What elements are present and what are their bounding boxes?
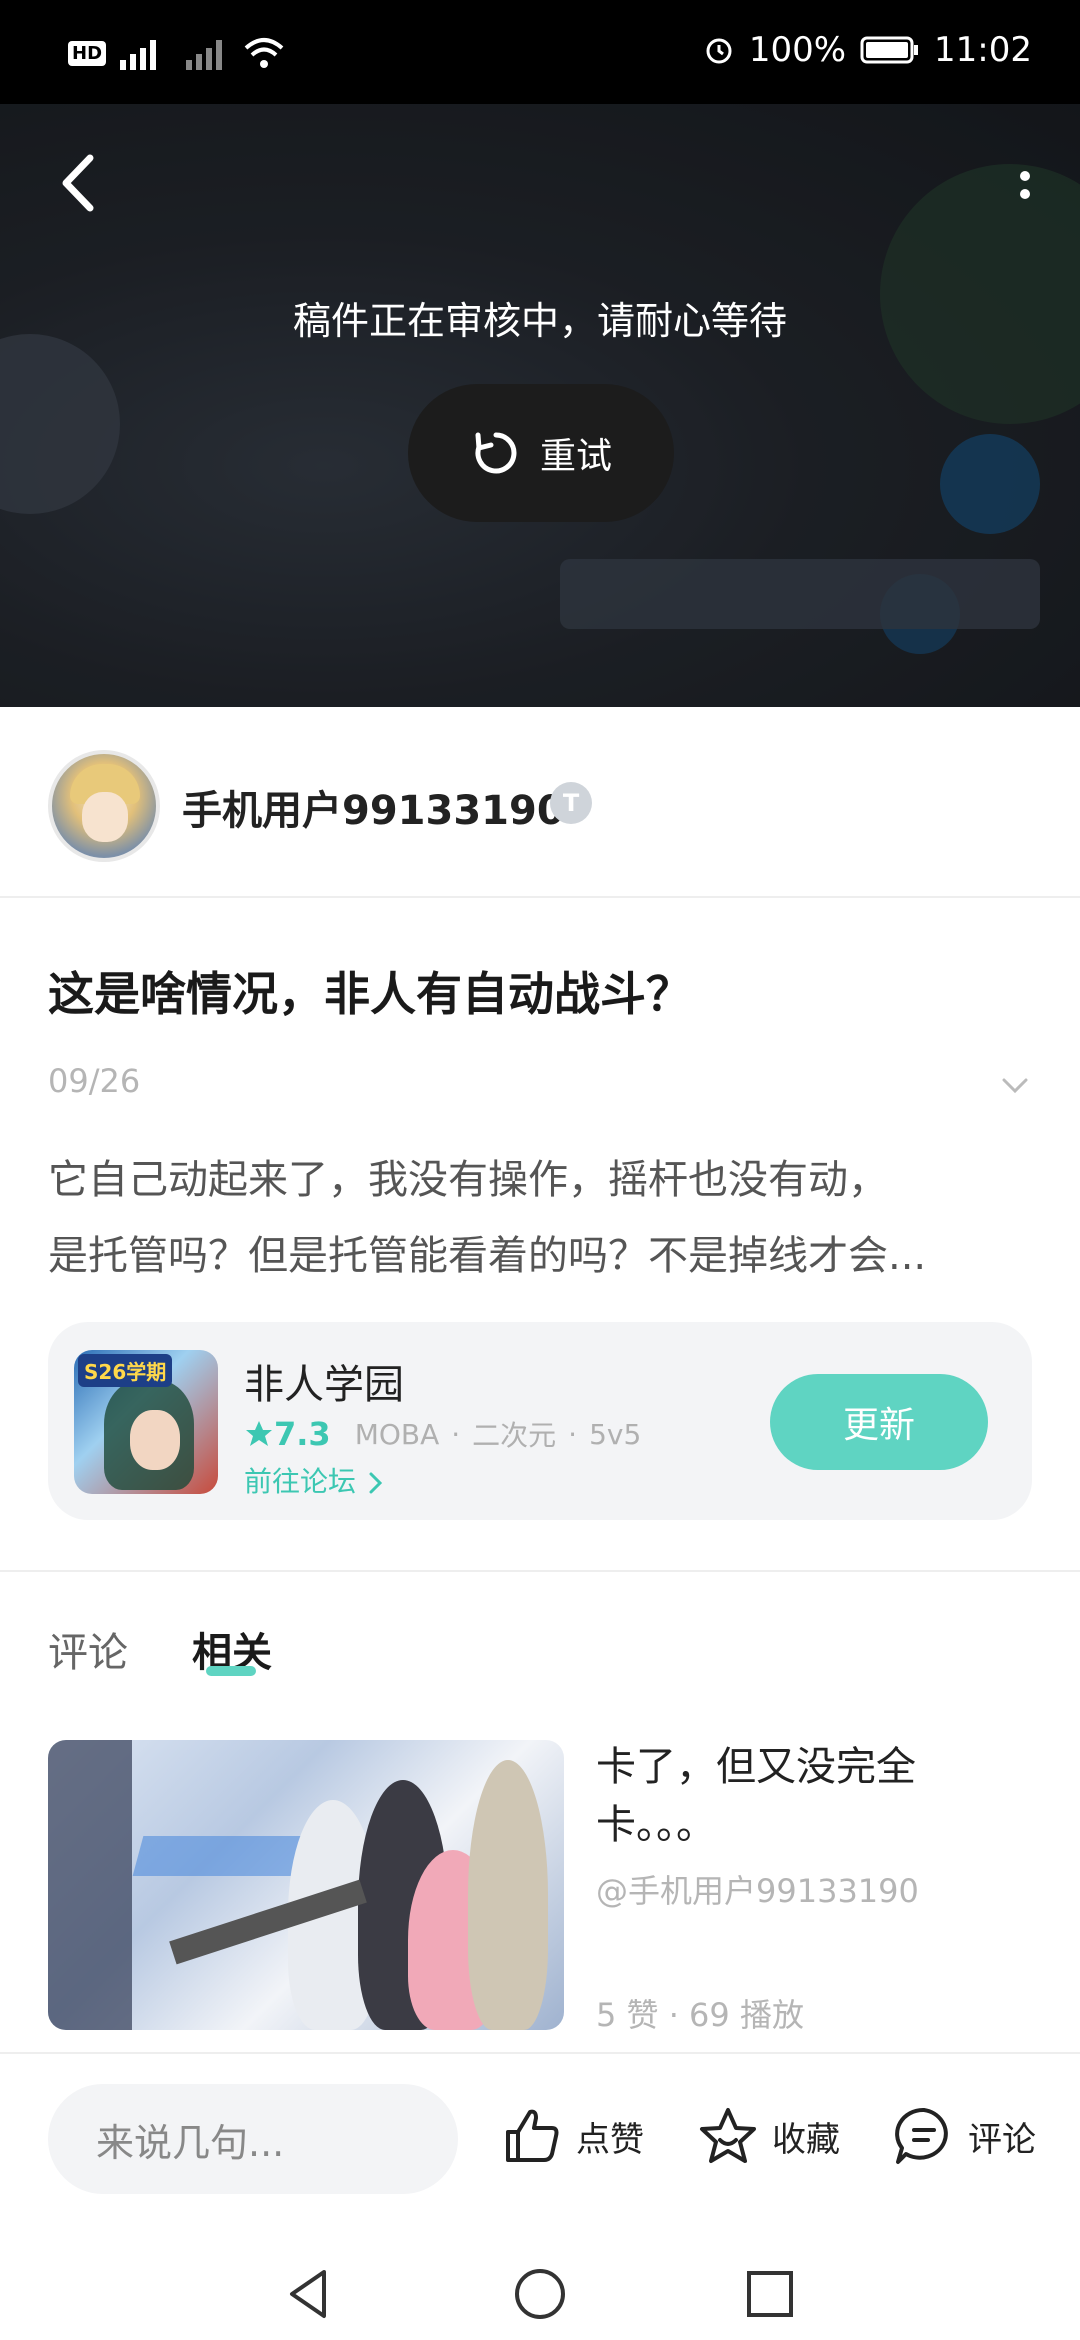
- review-status-message: 稿件正在审核中，请耐心等待: [292, 299, 787, 343]
- level-badge: T: [550, 782, 592, 824]
- game-tag: 5v5: [589, 1417, 642, 1451]
- game-icon[interactable]: S26学期: [74, 1350, 218, 1494]
- related-video-thumbnail[interactable]: [48, 1740, 564, 2030]
- game-tag: 二次元: [472, 1419, 557, 1452]
- related-video-title[interactable]: 卡了，但又没完全卡。。。: [596, 1738, 1016, 1854]
- comment-button[interactable]: 评论: [892, 2104, 1036, 2168]
- forum-link[interactable]: 前往论坛: [244, 1460, 387, 1500]
- comment-label: 评论: [968, 2119, 1036, 2160]
- retry-label: 重试: [539, 436, 612, 477]
- game-tag: MOBA: [354, 1417, 440, 1451]
- post-title: 这是啥情况，非人有自动战斗？: [48, 967, 692, 1021]
- post-body[interactable]: 它自己动起来了，我没有操作，摇杆也没有动， 是托管吗？但是托管能看着的吗？不是掉…: [48, 1142, 1038, 1294]
- post-date: 09/26: [48, 1062, 141, 1100]
- bottom-action-bar: 来说几句... 点赞 收藏 评论: [0, 2052, 1080, 2248]
- hd-icon: HD: [68, 40, 107, 66]
- separator-dot: ·: [568, 1417, 578, 1451]
- nav-recents-icon[interactable]: [744, 2266, 796, 2322]
- chevron-down-icon[interactable]: [998, 1068, 1032, 1102]
- refresh-icon: [475, 432, 517, 474]
- related-video-author[interactable]: @手机用户99133190: [596, 1866, 919, 1912]
- game-icon-tag: S26学期: [78, 1354, 173, 1387]
- author-name[interactable]: 手机用户99133190: [182, 778, 565, 836]
- favorite-label: 收藏: [772, 2119, 840, 2160]
- game-meta: 7.3 MOBA · 二次元 · 5v5: [244, 1414, 641, 1454]
- status-bar: HD 100% 11:02: [0, 0, 1080, 104]
- clock: 11:02: [934, 30, 1032, 70]
- signal-2-icon: [186, 40, 223, 70]
- nav-back-icon[interactable]: [284, 2266, 334, 2322]
- game-card[interactable]: S26学期 非人学园 7.3 MOBA · 二次元 · 5v5 前往论坛 更新: [48, 1322, 1032, 1520]
- forum-link-label: 前往论坛: [244, 1465, 357, 1498]
- comment-input[interactable]: 来说几句...: [48, 2084, 458, 2194]
- section-divider: [0, 1570, 1080, 1572]
- tab-comments[interactable]: 评论: [48, 1620, 128, 1678]
- game-score: 7.3: [274, 1415, 331, 1453]
- system-nav-bar: [0, 2246, 1080, 2340]
- wifi-icon: [244, 38, 284, 68]
- status-right: 100% 11:02: [703, 30, 1032, 70]
- like-label: 点赞: [576, 2119, 644, 2160]
- battery-percent: 100%: [748, 30, 847, 70]
- favorite-button[interactable]: 收藏: [696, 2104, 840, 2168]
- active-tab-indicator: [206, 1666, 256, 1676]
- game-icon-face: [130, 1410, 180, 1470]
- alarm-icon: [706, 38, 732, 64]
- post-body-line: 它自己动起来了，我没有操作，摇杆也没有动，: [48, 1157, 888, 1203]
- thumbnail-side-panel: [48, 1740, 132, 2030]
- game-name[interactable]: 非人学园: [244, 1352, 404, 1410]
- chevron-right-icon: [369, 1472, 383, 1494]
- signal-icon: [120, 40, 157, 70]
- like-button[interactable]: 点赞: [500, 2104, 644, 2168]
- avatar-face: [82, 792, 128, 842]
- more-options-icon[interactable]: [1010, 154, 1040, 224]
- separator-dot: ·: [451, 1417, 461, 1451]
- battery-icon: [860, 36, 919, 64]
- back-arrow-icon[interactable]: [50, 148, 110, 218]
- nav-home-icon[interactable]: [512, 2266, 568, 2322]
- update-button[interactable]: 更新: [770, 1374, 988, 1470]
- video-player[interactable]: 稿件正在审核中，请耐心等待 重试: [0, 104, 1080, 707]
- author-row[interactable]: 手机用户99133190 T: [0, 708, 1080, 898]
- thumbnail-character: [468, 1760, 548, 2030]
- related-video-stats: 5 赞 · 69 播放: [596, 1996, 804, 2034]
- comment-bubble-icon: [895, 2107, 948, 2164]
- star-outline-icon: [700, 2108, 756, 2163]
- network-indicators: HD: [68, 36, 286, 70]
- star-icon: [246, 1421, 272, 1446]
- thumbs-up-icon: [506, 2109, 559, 2162]
- retry-button[interactable]: 重试: [408, 384, 674, 522]
- post-body-line: 是托管吗？但是托管能看着的吗？不是掉线才会...: [48, 1233, 927, 1279]
- avatar[interactable]: [48, 750, 160, 862]
